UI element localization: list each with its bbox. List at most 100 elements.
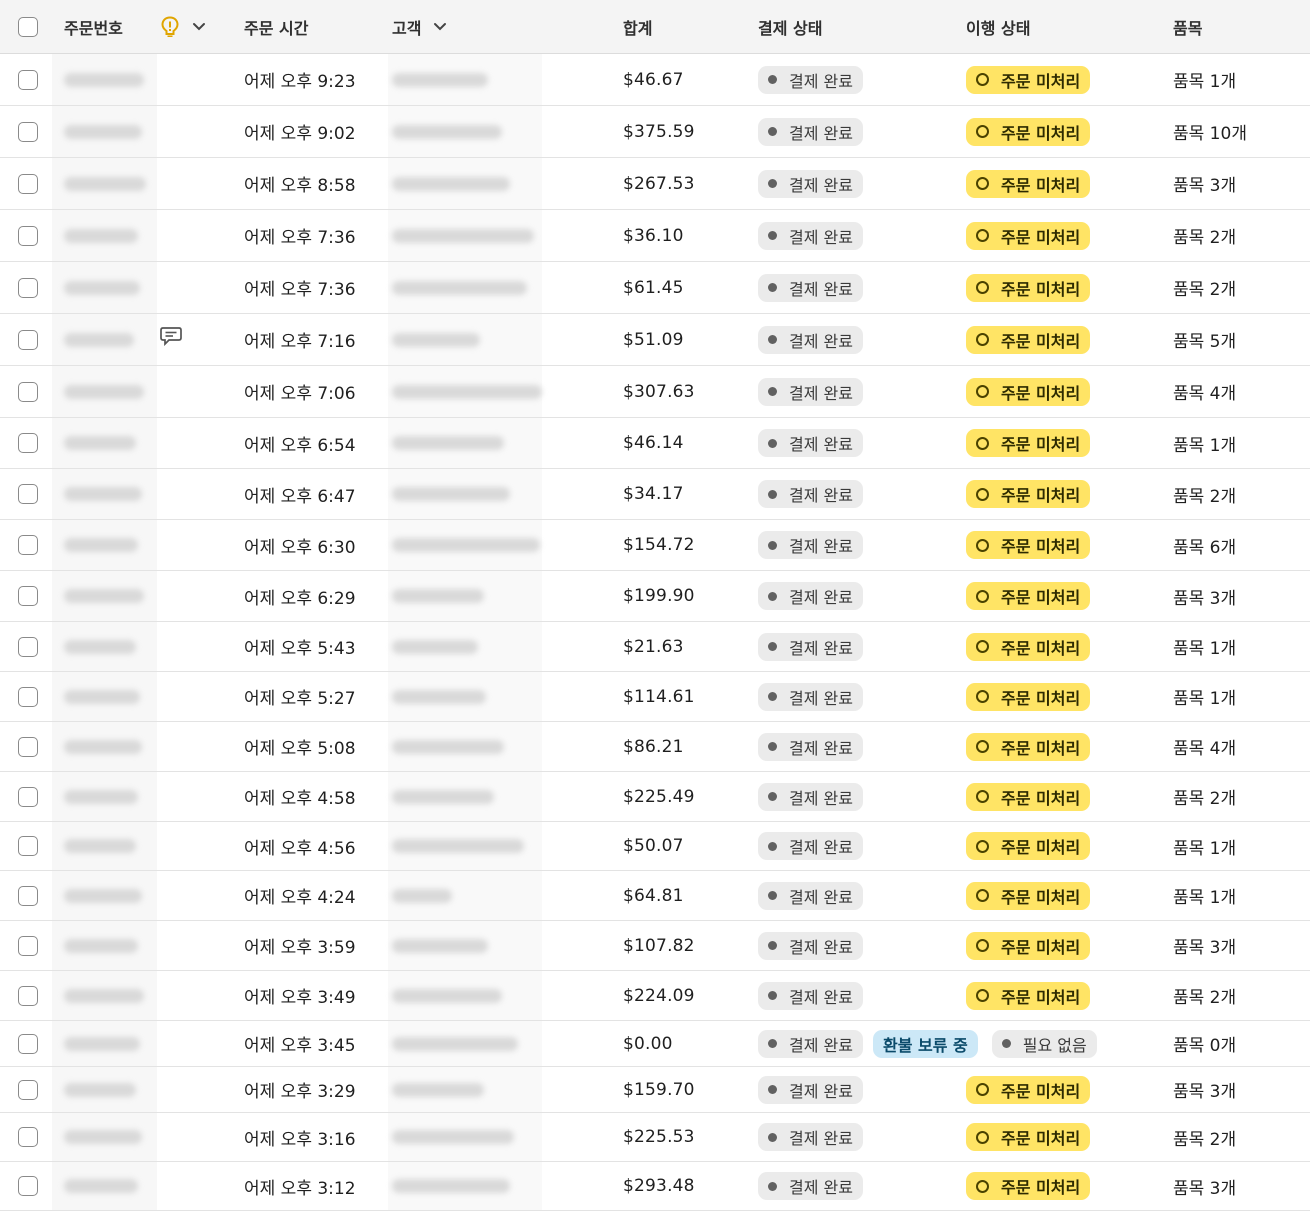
table-row[interactable]: 어제 오후 6:30 $154.72 결제 완료 주문 미처리 품목 6개	[0, 520, 1310, 571]
items-cell[interactable]: 품목 3개	[1173, 1162, 1236, 1210]
table-row[interactable]: 어제 오후 4:58 $225.49 결제 완료 주문 미처리 품목 2개	[0, 772, 1310, 822]
row-checkbox[interactable]	[18, 535, 38, 555]
table-row[interactable]: 어제 오후 7:36 $36.10 결제 완료 주문 미처리 품목 2개	[0, 210, 1310, 262]
customer-cell[interactable]	[392, 366, 542, 417]
row-checkbox[interactable]	[18, 225, 38, 246]
table-row[interactable]: 어제 오후 5:43 $21.63 결제 완료 주문 미처리 품목 1개	[0, 622, 1310, 672]
items-cell[interactable]: 품목 10개	[1173, 106, 1247, 157]
order-number-cell[interactable]	[64, 469, 142, 519]
customer-cell[interactable]	[392, 1162, 510, 1210]
customer-cell[interactable]	[392, 1067, 484, 1112]
items-cell[interactable]: 품목 6개	[1173, 520, 1236, 570]
order-number-cell[interactable]	[64, 314, 134, 365]
row-checkbox[interactable]	[18, 985, 38, 1006]
order-number-cell[interactable]	[64, 262, 140, 313]
order-number-cell[interactable]	[64, 971, 144, 1020]
row-checkbox[interactable]	[18, 1079, 38, 1100]
items-cell[interactable]: 품목 1개	[1173, 54, 1236, 105]
customer-cell[interactable]	[392, 418, 504, 468]
table-row[interactable]: 어제 오후 7:16 $51.09 결제 완료 주문 미처리 품목 5개	[0, 314, 1310, 366]
customer-cell[interactable]	[392, 520, 540, 570]
table-row[interactable]: 어제 오후 4:56 $50.07 결제 완료 주문 미처리 품목 1개	[0, 822, 1310, 871]
header-order-number[interactable]: 주문번호	[64, 0, 123, 53]
order-number-cell[interactable]	[64, 1162, 138, 1210]
table-row[interactable]: 어제 오후 7:06 $307.63 결제 완료 주문 미처리 품목 4개	[0, 366, 1310, 418]
order-number-cell[interactable]	[64, 366, 144, 417]
order-number-cell[interactable]	[64, 1113, 142, 1161]
row-checkbox[interactable]	[18, 935, 38, 956]
customer-cell[interactable]	[392, 262, 527, 313]
order-number-cell[interactable]	[64, 571, 144, 621]
order-number-cell[interactable]	[64, 1067, 136, 1112]
items-cell[interactable]: 품목 5개	[1173, 314, 1236, 365]
items-cell[interactable]: 품목 3개	[1173, 921, 1236, 970]
customer-cell[interactable]	[392, 622, 478, 671]
customer-cell[interactable]	[392, 106, 502, 157]
order-number-cell[interactable]	[64, 822, 136, 870]
order-number-cell[interactable]	[64, 210, 138, 261]
table-row[interactable]: 어제 오후 5:08 $86.21 결제 완료 주문 미처리 품목 4개	[0, 722, 1310, 772]
items-cell[interactable]: 품목 1개	[1173, 418, 1236, 468]
customer-cell[interactable]	[392, 822, 524, 870]
customer-cell[interactable]	[392, 210, 534, 261]
customer-cell[interactable]	[392, 54, 488, 105]
header-payment-status[interactable]: 결제 상태	[758, 0, 822, 53]
table-row[interactable]: 어제 오후 3:16 $225.53 결제 완료 주문 미처리 품목 2개	[0, 1113, 1310, 1162]
table-row[interactable]: 어제 오후 3:45 $0.00 결제 완료 환불 보류 중 필요 없음 품목 0개	[0, 1021, 1310, 1067]
order-number-cell[interactable]	[64, 54, 144, 105]
customer-cell[interactable]	[392, 871, 452, 920]
items-cell[interactable]: 품목 1개	[1173, 871, 1236, 920]
table-row[interactable]: 어제 오후 9:23 $46.67 결제 완료 주문 미처리 품목 1개	[0, 54, 1310, 106]
order-number-cell[interactable]	[64, 622, 136, 671]
table-row[interactable]: 어제 오후 3:49 $224.09 결제 완료 주문 미처리 품목 2개	[0, 971, 1310, 1021]
customer-cell[interactable]	[392, 672, 486, 721]
items-cell[interactable]: 품목 0개	[1173, 1021, 1236, 1066]
table-row[interactable]: 어제 오후 6:54 $46.14 결제 완료 주문 미처리 품목 1개	[0, 418, 1310, 469]
row-checkbox[interactable]	[18, 381, 38, 402]
row-checkbox[interactable]	[18, 277, 38, 298]
header-risk-filter[interactable]	[160, 0, 206, 53]
items-cell[interactable]: 품목 1개	[1173, 622, 1236, 671]
row-checkbox[interactable]	[18, 173, 38, 194]
row-checkbox[interactable]	[18, 636, 38, 657]
header-order-time[interactable]: 주문 시간	[244, 0, 308, 53]
order-number-cell[interactable]	[64, 722, 142, 771]
row-checkbox[interactable]	[18, 586, 38, 606]
row-checkbox[interactable]	[18, 1127, 38, 1147]
table-row[interactable]: 어제 오후 3:59 $107.82 결제 완료 주문 미처리 품목 3개	[0, 921, 1310, 971]
order-number-cell[interactable]	[64, 921, 138, 970]
header-fulfillment-status[interactable]: 이행 상태	[966, 0, 1030, 53]
table-row[interactable]: 어제 오후 3:29 $159.70 결제 완료 주문 미처리 품목 3개	[0, 1067, 1310, 1113]
items-cell[interactable]: 품목 2개	[1173, 210, 1236, 261]
items-cell[interactable]: 품목 1개	[1173, 672, 1236, 721]
customer-cell[interactable]	[392, 921, 488, 970]
order-number-cell[interactable]	[64, 871, 142, 920]
row-checkbox[interactable]	[18, 69, 38, 90]
items-cell[interactable]: 품목 2개	[1173, 469, 1236, 519]
header-customer[interactable]: 고객	[392, 0, 447, 53]
items-cell[interactable]: 품목 4개	[1173, 366, 1236, 417]
items-cell[interactable]: 품목 2개	[1173, 262, 1236, 313]
table-row[interactable]: 어제 오후 6:47 $34.17 결제 완료 주문 미처리 품목 2개	[0, 469, 1310, 520]
items-cell[interactable]: 품목 2개	[1173, 772, 1236, 821]
items-cell[interactable]: 품목 2개	[1173, 1113, 1236, 1161]
customer-cell[interactable]	[392, 722, 504, 771]
row-checkbox[interactable]	[18, 686, 38, 707]
select-all-checkbox[interactable]	[18, 16, 38, 37]
table-row[interactable]: 어제 오후 4:24 $64.81 결제 완료 주문 미처리 품목 1개	[0, 871, 1310, 921]
items-cell[interactable]: 품목 3개	[1173, 571, 1236, 621]
row-checkbox[interactable]	[18, 329, 38, 350]
row-checkbox[interactable]	[18, 786, 38, 807]
customer-cell[interactable]	[392, 314, 480, 365]
table-row[interactable]: 어제 오후 6:29 $199.90 결제 완료 주문 미처리 품목 3개	[0, 571, 1310, 622]
row-checkbox[interactable]	[18, 1033, 38, 1054]
customer-cell[interactable]	[392, 469, 510, 519]
table-row[interactable]: 어제 오후 9:02 $375.59 결제 완료 주문 미처리 품목 10개	[0, 106, 1310, 158]
order-number-cell[interactable]	[64, 672, 140, 721]
customer-cell[interactable]	[392, 772, 494, 821]
order-number-cell[interactable]	[64, 106, 142, 157]
row-checkbox[interactable]	[18, 121, 38, 142]
customer-cell[interactable]	[392, 971, 502, 1020]
header-items[interactable]: 품목	[1173, 0, 1202, 53]
row-checkbox[interactable]	[18, 1176, 38, 1196]
